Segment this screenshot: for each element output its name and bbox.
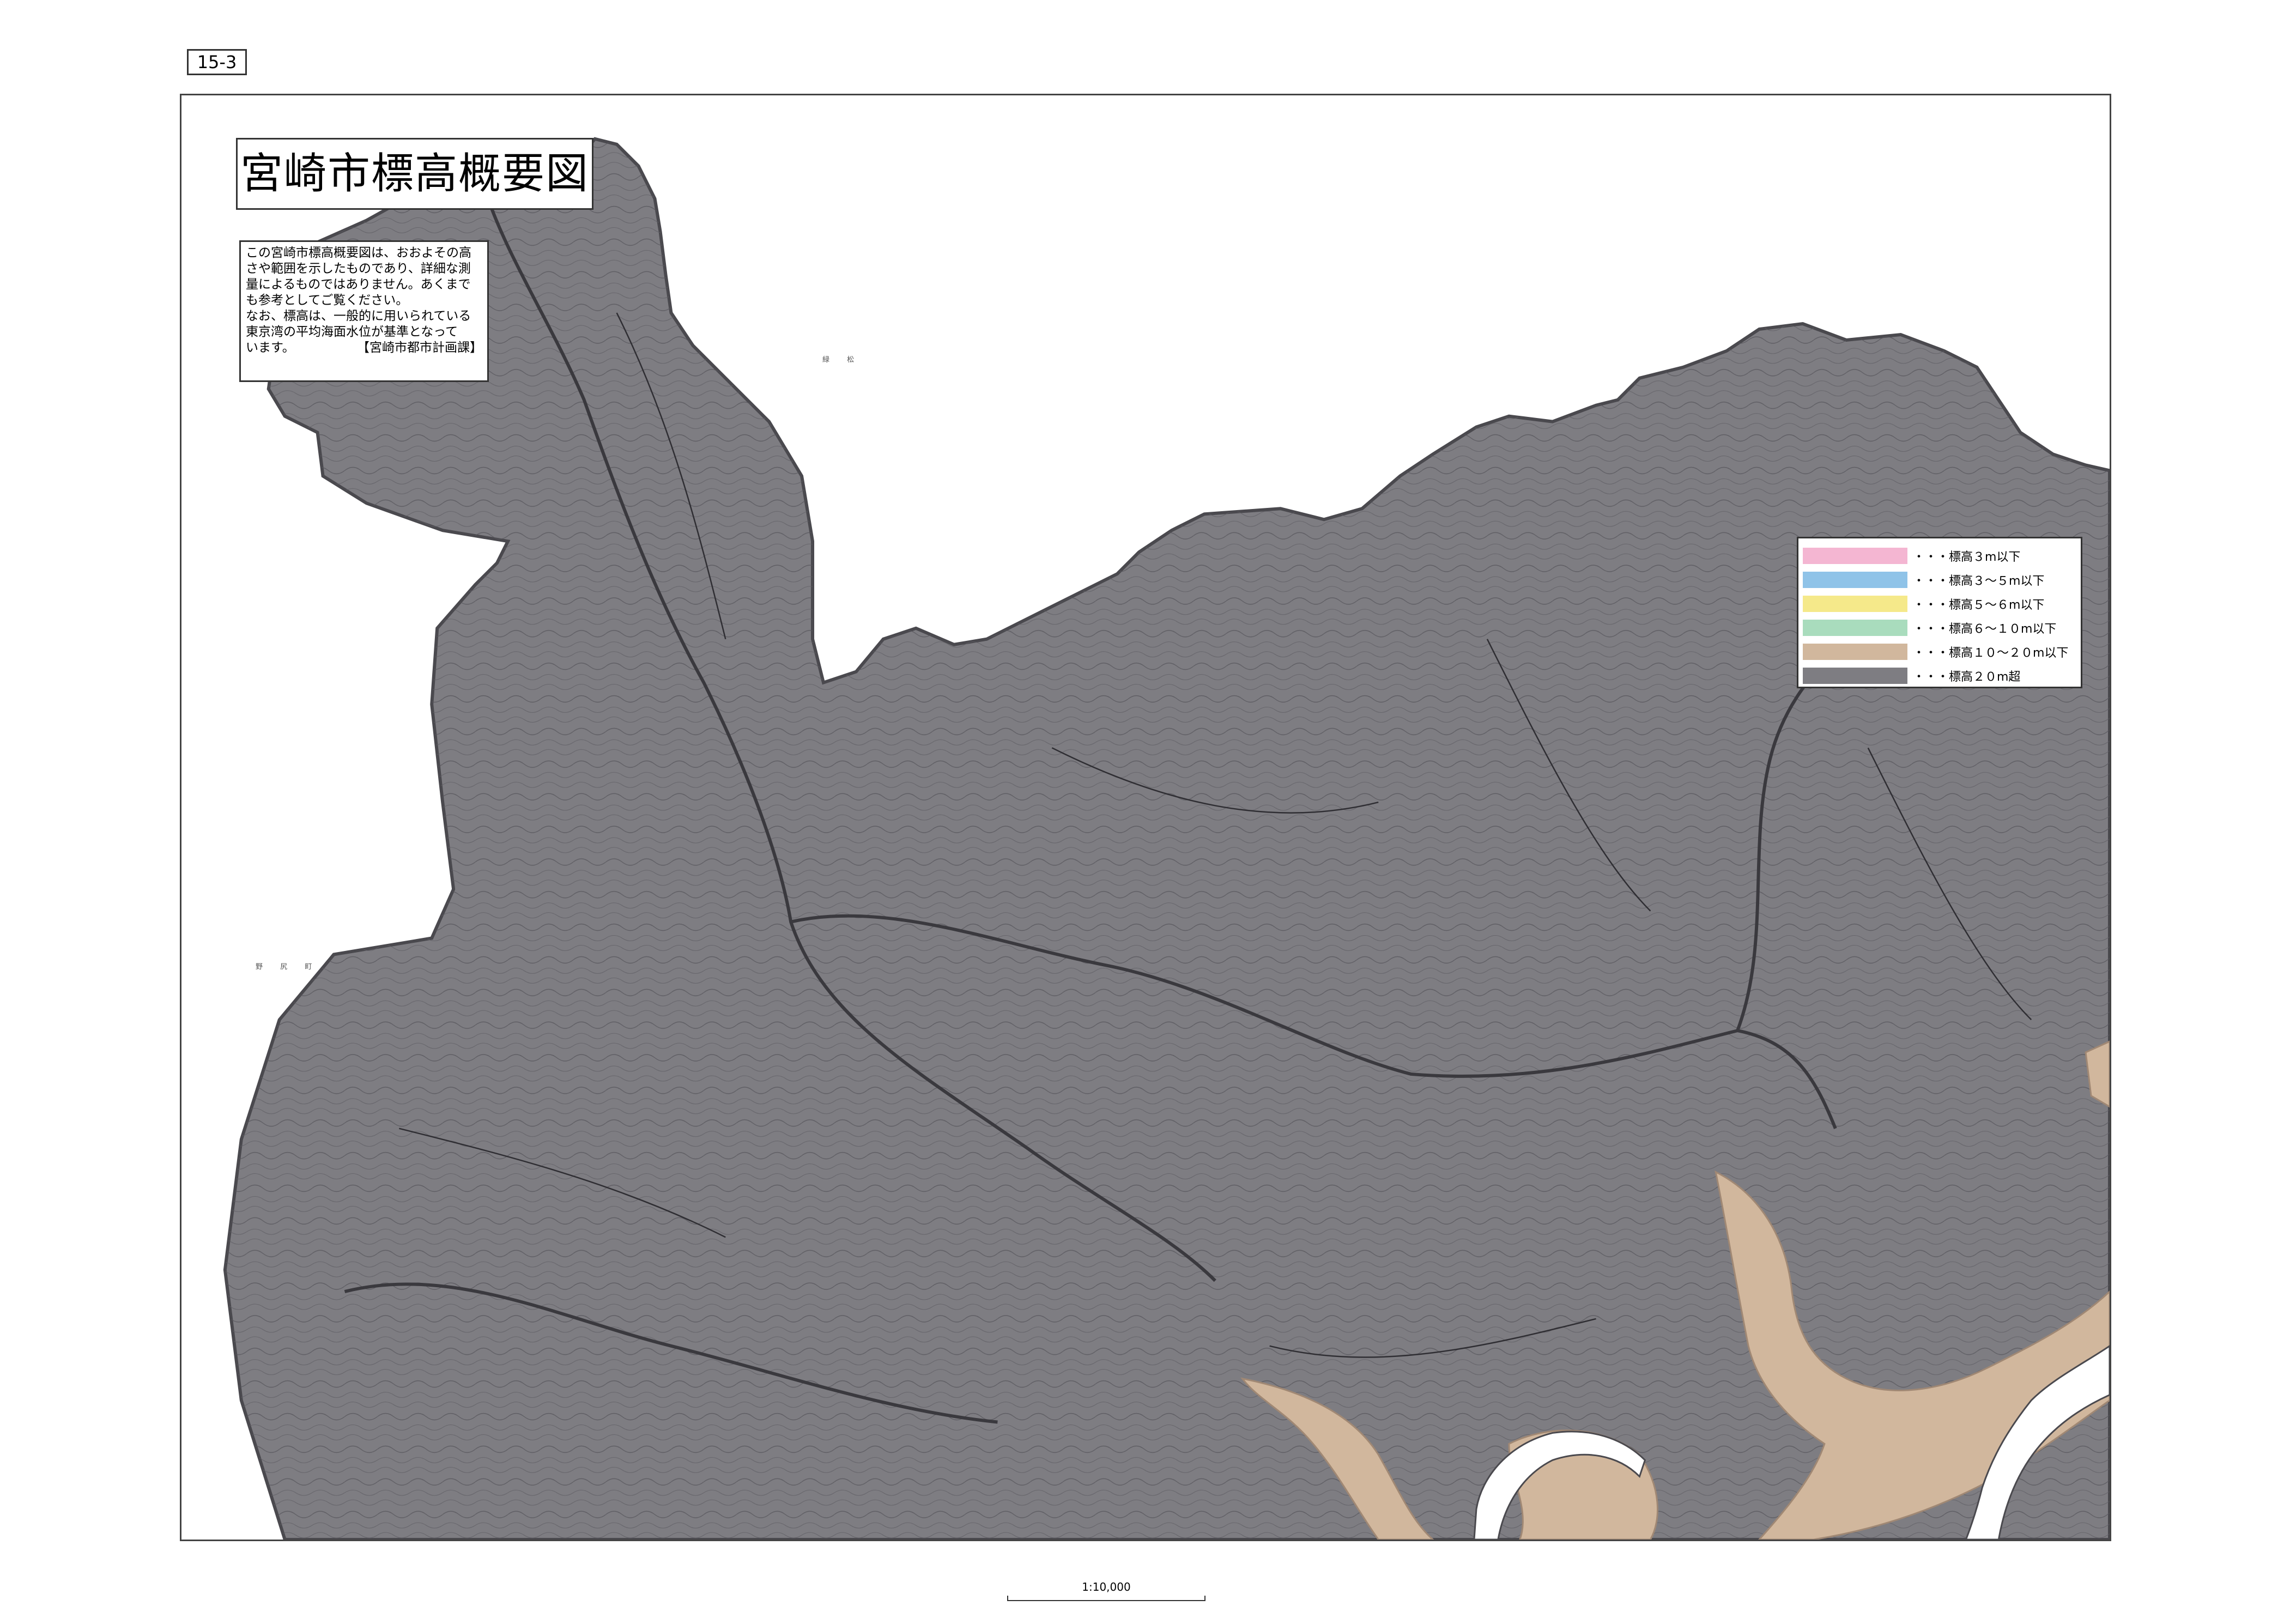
note-line: この宮崎市標高概要図は、おおよその高 xyxy=(246,246,471,260)
scale-bar: 1:10,000 xyxy=(1003,1580,1210,1601)
note-line: さや範囲を示したものであり、詳細な測 xyxy=(246,262,471,276)
elevation-legend: ・・・標高３m以下 ・・・標高３～５m以下 ・・・標高５～６m以下 ・・・標高６… xyxy=(1797,537,2082,688)
disclaimer-note: この宮崎市標高概要図は、おおよその高 さや範囲を示したものであり、詳細な測 量に… xyxy=(239,240,489,382)
legend-item: ・・・標高５～６m以下 xyxy=(1803,592,2076,616)
sheet-number: 15-3 xyxy=(187,49,247,75)
legend-swatch xyxy=(1803,596,1907,612)
place-label-west: 野 尻 町 xyxy=(256,963,320,971)
legend-label: ・・・標高３～５m以下 xyxy=(1913,574,2045,588)
note-line: 量によるものではありません。あくまで xyxy=(246,277,471,292)
scale-ratio: 1:10,000 xyxy=(1082,1580,1131,1593)
legend-label: ・・・標高６～１０m以下 xyxy=(1913,622,2057,636)
note-line: 東京湾の平均海面水位が基準となって xyxy=(246,325,458,339)
legend-label: ・・・標高５～６m以下 xyxy=(1913,598,2045,612)
scale-bar-line xyxy=(1007,1596,1205,1601)
legend-item: ・・・標高１０～２０m以下 xyxy=(1803,640,2076,664)
legend-label: ・・・標高３m以下 xyxy=(1913,550,2021,564)
legend-item: ・・・標高３m以下 xyxy=(1803,544,2076,568)
legend-label: ・・・標高１０～２０m以下 xyxy=(1913,646,2069,660)
note-line: なお、標高は、一般的に用いられている xyxy=(246,309,471,323)
map-title: 宮崎市標高概要図 xyxy=(236,138,593,210)
legend-swatch xyxy=(1803,572,1907,588)
legend-swatch xyxy=(1803,548,1907,564)
legend-swatch xyxy=(1803,644,1907,660)
legend-label: ・・・標高２０m超 xyxy=(1913,670,2021,684)
map-frame[interactable]: 宮崎市標高概要図 この宮崎市標高概要図は、おおよその高 さや範囲を示したものであ… xyxy=(180,94,2111,1541)
legend-item: ・・・標高２０m超 xyxy=(1803,664,2076,688)
place-label-north: 緑 松 xyxy=(822,356,862,364)
legend-swatch xyxy=(1803,668,1907,684)
note-line: も参考としてご覧ください。 xyxy=(246,293,409,307)
legend-swatch xyxy=(1803,620,1907,636)
legend-item: ・・・標高３～５m以下 xyxy=(1803,568,2076,592)
legend-item: ・・・標高６～１０m以下 xyxy=(1803,616,2076,640)
